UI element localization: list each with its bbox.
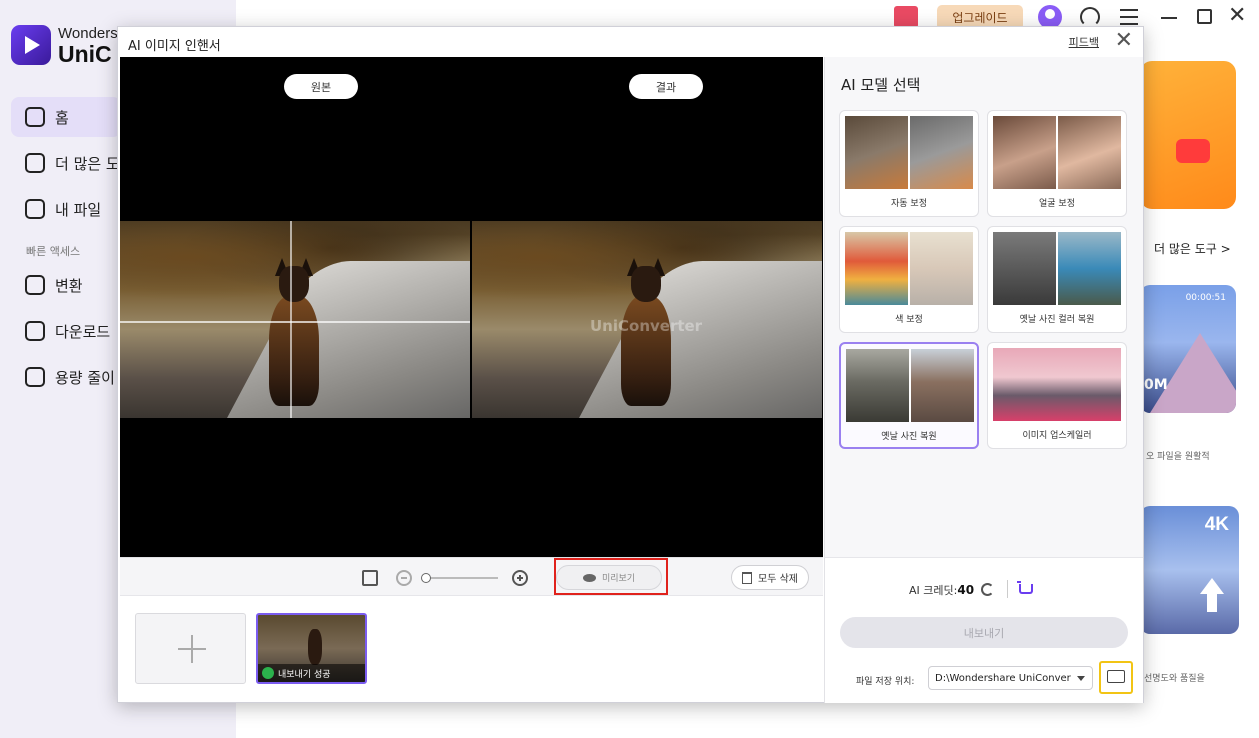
divider — [1007, 580, 1008, 598]
model-label: 옛날 사진 컬러 복원 — [1019, 315, 1095, 325]
feedback-link[interactable]: 피드백 — [1069, 34, 1099, 50]
export-panel: AI 크레딧:40 내보내기 파일 저장 위치: D:\Wondershare … — [824, 557, 1143, 703]
minimize-icon[interactable] — [1161, 17, 1177, 19]
fit-screen-icon[interactable] — [362, 570, 378, 586]
support-headset-icon[interactable] — [1080, 7, 1100, 27]
window-close-icon[interactable]: ✕ — [1228, 5, 1246, 27]
sidebar-item-home[interactable]: 홈 — [11, 97, 121, 137]
brand-name-line1: Wonders — [58, 25, 118, 42]
4k-label: 4K — [1204, 514, 1229, 535]
model-label: 옛날 사진 복원 — [881, 432, 937, 442]
more-tools-link[interactable]: 더 많은 도구 > — [1154, 240, 1231, 257]
delete-all-label: 모두 삭제 — [758, 574, 798, 585]
convert-icon — [25, 275, 45, 295]
maximize-icon[interactable] — [1197, 9, 1212, 24]
size-badge: 0M — [1144, 377, 1168, 393]
save-location-select[interactable]: D:\Wondershare UniConver — [928, 666, 1093, 690]
model-label: 얼굴 보정 — [1039, 199, 1075, 209]
result-image: UniConverter — [472, 221, 822, 418]
original-label: 원본 — [284, 74, 358, 99]
gift-icon[interactable] — [894, 6, 918, 28]
sidebar-item-download[interactable]: 다운로드 — [11, 311, 121, 351]
original-image — [120, 221, 470, 418]
preview-canvas: 원본 결과 UniConverter — [120, 57, 823, 557]
model-old-photo-restore[interactable]: 옛날 사진 복원 — [839, 342, 979, 449]
ai-image-enhancer-dialog: AI 이미지 인핸서 피드백 ✕ 원본 결과 UniConverter 미리보기… — [117, 26, 1144, 703]
image-thumbnail[interactable]: 내보내기 성공 — [256, 613, 367, 684]
model-auto-enhance[interactable]: 자동 보정 — [839, 110, 979, 217]
model-label: 이미지 업스케일러 — [1022, 431, 1092, 441]
model-label: 자동 보정 — [891, 199, 927, 209]
model-image-upscaler[interactable]: 이미지 업스케일러 — [987, 342, 1127, 449]
sidebar-item-label: 더 많은 도 — [55, 154, 120, 173]
model-label: 색 보정 — [895, 315, 923, 325]
save-location-label: 파일 저장 위치: — [856, 677, 915, 687]
tool-card-4k[interactable]: 4K — [1140, 506, 1239, 634]
sidebar-item-label: 내 파일 — [55, 200, 102, 219]
check-icon — [262, 667, 274, 679]
zoom-slider[interactable] — [425, 577, 498, 579]
model-old-photo-colorize[interactable]: 옛날 사진 컬러 복원 — [987, 226, 1127, 333]
app-logo-icon — [11, 25, 51, 65]
video-duration: 00:00:51 — [1185, 293, 1226, 303]
result-label: 결과 — [629, 74, 703, 99]
panel-title: AI 모델 선택 — [841, 76, 921, 94]
toolbox-icon — [25, 153, 45, 173]
file-icon — [25, 199, 45, 219]
model-color-correction[interactable]: 색 보정 — [839, 226, 979, 333]
upscale-arrow-icon — [1200, 578, 1224, 612]
quick-access-heading: 빠른 액세스 — [26, 245, 81, 258]
mountain-graphic — [1150, 333, 1236, 413]
save-location-value: D:\Wondershare UniConver — [935, 672, 1071, 684]
download-icon — [25, 321, 45, 341]
credits-label: AI 크레딧: — [909, 584, 958, 597]
dialog-close-icon[interactable]: ✕ — [1115, 30, 1133, 52]
model-face-enhance[interactable]: 얼굴 보정 — [987, 110, 1127, 217]
sidebar-item-more-tools[interactable]: 더 많은 도 — [11, 143, 121, 183]
brand-name-line2: UniC — [58, 41, 112, 67]
add-image-button[interactable] — [135, 613, 246, 684]
sidebar-item-compress[interactable]: 용량 줄이 — [11, 357, 121, 397]
tool-card-caption: 선명도와 품질을 — [1144, 674, 1205, 684]
sidebar-item-convert[interactable]: 변환 — [11, 265, 121, 305]
menu-icon[interactable] — [1120, 9, 1138, 25]
trash-icon — [742, 571, 752, 584]
zoom-slider-handle[interactable] — [421, 573, 431, 583]
folder-icon — [1107, 670, 1125, 683]
delete-all-button[interactable]: 모두 삭제 — [731, 565, 809, 590]
ai-credits: AI 크레딧:40 — [909, 582, 974, 598]
preview-highlight-box — [554, 558, 668, 595]
compress-icon — [25, 367, 45, 387]
zoom-in-icon[interactable] — [512, 570, 528, 586]
sidebar-item-label: 다운로드 — [55, 322, 111, 341]
sidebar-item-my-files[interactable]: 내 파일 — [11, 189, 121, 229]
sidebar-item-label: 변환 — [55, 276, 83, 295]
zoom-out-icon[interactable] — [396, 570, 412, 586]
preview-toolbar: 미리보기 모두 삭제 — [120, 557, 823, 595]
tool-card-caption: 오 파일을 원활적 — [1146, 452, 1210, 462]
promo-card-video[interactable] — [1140, 61, 1236, 209]
thumbnail-strip: 내보내기 성공 — [120, 595, 823, 702]
tool-card-mountain[interactable]: 00:00:51 0M — [1140, 285, 1236, 413]
photo-cracks — [120, 221, 470, 418]
export-status: 내보내기 성공 — [258, 664, 365, 682]
export-button[interactable]: 내보내기 — [840, 617, 1128, 648]
sidebar-item-label: 용량 줄이 — [55, 368, 115, 387]
chevron-down-icon — [1077, 676, 1085, 681]
cart-icon[interactable] — [1017, 581, 1033, 594]
credits-value: 40 — [957, 583, 975, 597]
dialog-title: AI 이미지 인핸서 — [128, 39, 221, 54]
export-status-label: 내보내기 성공 — [278, 669, 331, 680]
refresh-icon[interactable] — [981, 583, 994, 596]
home-icon — [25, 107, 45, 127]
watermark-text: UniConverter — [590, 317, 703, 335]
sidebar-item-label: 홈 — [55, 108, 69, 127]
